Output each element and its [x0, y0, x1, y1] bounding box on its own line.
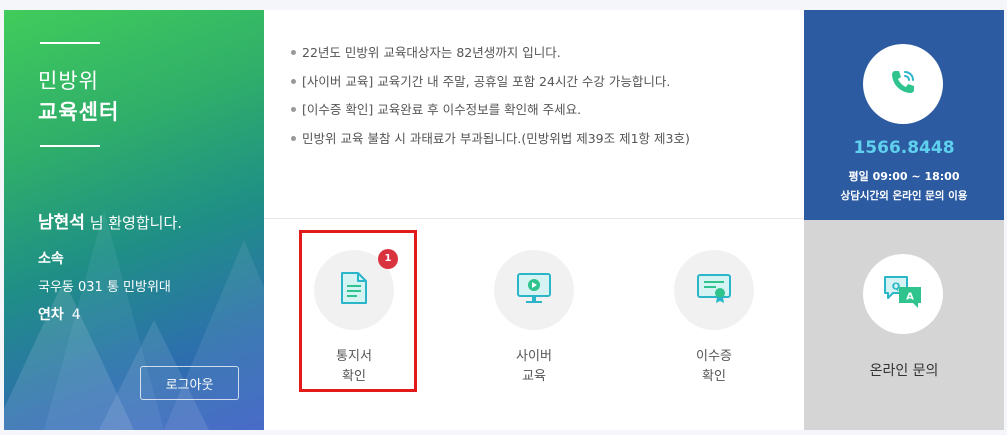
svg-text:Q: Q — [892, 282, 901, 293]
main-panel: 22년도 민방위 교육대상자는 82년생까지 입니다. [사이버 교육] 교육기… — [264, 10, 804, 430]
inquiry-icon-circle: Q A — [863, 254, 943, 334]
notice-list: 22년도 민방위 교육대상자는 82년생까지 입니다. [사이버 교육] 교육기… — [291, 42, 690, 156]
notice-item: [이수증 확인] 교육완료 후 이수정보를 확인해 주세요. — [291, 99, 690, 128]
welcome-message: 남현석 님 환영합니다. — [38, 208, 182, 233]
bullet-icon — [291, 50, 296, 55]
cyber-education-menu[interactable]: 사이버 교육 — [494, 250, 574, 387]
phone-icon — [888, 67, 918, 101]
contact-note: 상담시간외 온라인 문의 이용 — [840, 190, 968, 202]
center-title-line2: 교육센터 — [38, 100, 120, 124]
notice-item: 민방위 교육 불참 시 과태료가 부과됩니다.(민방위법 제39조 제1항 제3… — [291, 128, 690, 157]
monitor-play-icon — [516, 271, 552, 309]
online-inquiry-button[interactable]: Q A 온라인 문의 — [804, 220, 1004, 430]
bullet-icon — [291, 135, 296, 141]
year-info: 연차 4 — [38, 304, 81, 324]
notice-item: 22년도 민방위 교육대상자는 82년생까지 입니다. — [291, 42, 690, 71]
svg-text:A: A — [906, 292, 914, 303]
section-divider — [264, 218, 804, 219]
year-label: 연차 — [38, 307, 64, 323]
user-name: 남현석 — [38, 213, 85, 233]
profile-panel: 민방위 교육센터 남현석 님 환영합니다. 소속 국우동 031 통 민방위대 … — [4, 10, 264, 430]
bullet-icon — [291, 78, 296, 84]
online-inquiry-label: 온라인 문의 — [869, 363, 939, 379]
certificate-icon-circle — [674, 250, 754, 330]
welcome-suffix: 님 환영합니다. — [84, 214, 183, 232]
decor-triangle — [164, 240, 264, 430]
certificate-icon — [696, 271, 732, 309]
title-divider-bottom — [40, 145, 100, 147]
contact-phone-number: 1566.8448 — [853, 138, 955, 158]
bullet-icon — [291, 107, 296, 112]
phone-icon-circle — [863, 44, 943, 124]
qa-chat-icon: Q A — [882, 274, 924, 314]
certificate-check-menu[interactable]: 이수증 확인 — [674, 250, 754, 387]
cyber-icon-circle — [494, 250, 574, 330]
affiliation-label: 소속 — [38, 251, 64, 267]
logout-button[interactable]: 로그아웃 — [140, 366, 239, 400]
certificate-check-label: 이수증 확인 — [696, 349, 732, 384]
title-divider-top — [40, 42, 100, 44]
affiliation-value: 국우동 031 통 민방위대 — [38, 280, 171, 295]
contact-hours: 평일 09:00 ~ 18:00 — [848, 170, 960, 183]
highlight-box — [299, 230, 417, 392]
center-title-line1: 민방위 — [38, 69, 99, 93]
notice-item: [사이버 교육] 교육기간 내 주말, 공휴일 포함 24시간 수강 가능합니다… — [291, 71, 690, 100]
cyber-education-label: 사이버 교육 — [516, 349, 552, 384]
year-value: 4 — [71, 307, 81, 323]
contact-panel: 1566.8448 평일 09:00 ~ 18:00 상담시간외 온라인 문의 … — [804, 10, 1004, 220]
